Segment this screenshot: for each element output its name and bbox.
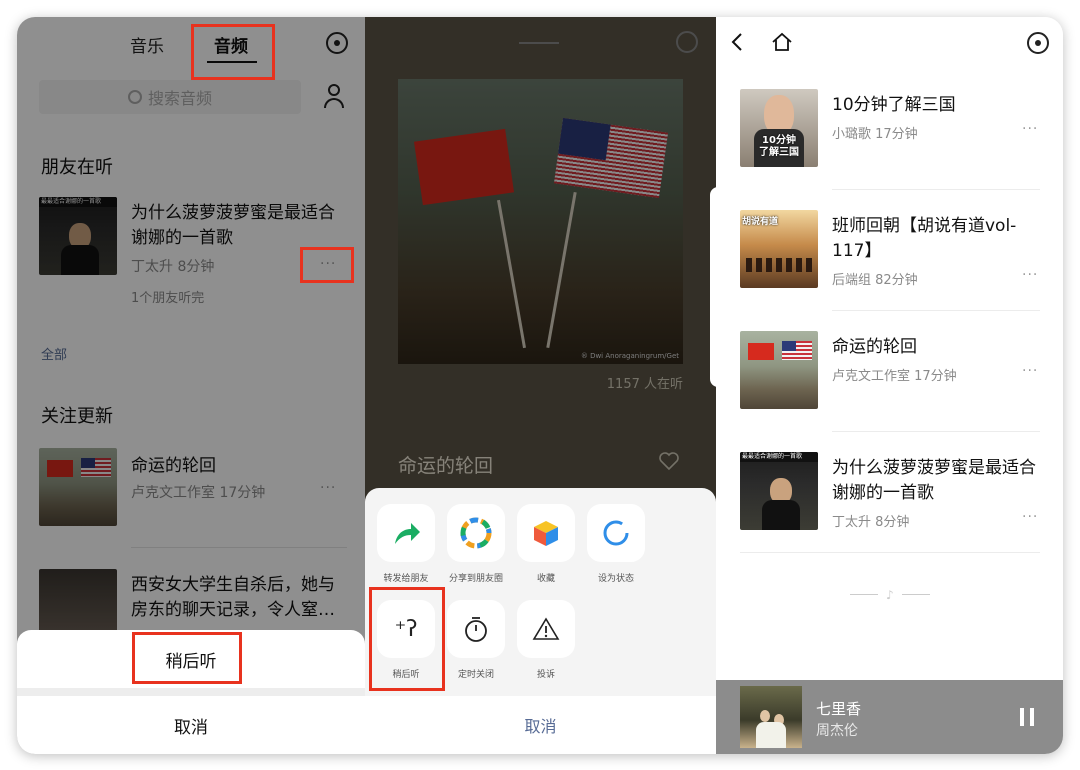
timer-close-button[interactable] [447, 600, 505, 658]
follow-item-thumb[interactable] [39, 569, 117, 639]
listen-later-list-panel: 10分钟 了解三国 10分钟了解三国 小璐歌 17分钟 ··· 胡说有道 班师回… [716, 17, 1063, 754]
list-item-meta: 卢克文工作室 17分钟 [832, 369, 957, 384]
pause-icon[interactable] [1018, 708, 1036, 726]
search-input[interactable]: 搜索音频 [39, 80, 301, 114]
cover-art: ® Dwi Anoraganingrum/Get [398, 79, 683, 364]
divider [832, 189, 1040, 190]
thumb-caption: 最最适合谢娜的一首歌 [39, 197, 117, 207]
friend-item-note: 1个朋友听完 [131, 291, 205, 306]
thumb-caption: 最最适合谢娜的一首歌 [740, 452, 818, 462]
all-link[interactable]: 全部 [41, 344, 67, 363]
share-moments-button[interactable] [447, 504, 505, 562]
highlight-box [132, 632, 242, 684]
follow-item-title[interactable]: 命运的轮回 [131, 451, 216, 476]
more-icon[interactable]: ··· [320, 480, 336, 496]
list-item-meta: 小璐歌 17分钟 [832, 127, 918, 142]
list-item-thumb[interactable]: 胡说有道 [740, 210, 818, 288]
search-icon [127, 90, 142, 104]
more-icon[interactable]: ··· [1022, 121, 1038, 137]
divider [131, 547, 347, 548]
list-item-meta: 丁太升 8分钟 [832, 515, 910, 530]
favorite-label: 收藏 [536, 574, 555, 584]
divider [832, 431, 1040, 432]
set-status-button[interactable] [587, 504, 645, 562]
highlight-box [369, 587, 445, 691]
thumb-caption: 10分钟 了解三国 [759, 135, 799, 158]
follow-item-thumb[interactable] [39, 448, 117, 526]
list-item-thumb[interactable]: 最最适合谢娜的一首歌 [740, 452, 818, 530]
cancel-button[interactable]: 取消 [365, 696, 716, 754]
list-item-title[interactable]: 命运的轮回 [832, 335, 917, 360]
thumb-caption: 胡说有道 [742, 217, 779, 227]
now-playing-artist: 周杰伦 [816, 723, 858, 739]
list-item-thumb[interactable] [740, 331, 818, 409]
drag-handle [519, 42, 559, 44]
now-playing-song: 七里香 [816, 700, 862, 718]
tab-music[interactable]: 音乐 [130, 32, 164, 57]
cancel-button[interactable]: 取消 [17, 696, 365, 754]
divider [740, 552, 1040, 553]
follow-item-meta: 卢克文工作室 17分钟 [131, 485, 266, 501]
follow-item-title[interactable]: 西安女大学生自杀后，她与房东的聊天记录，令人窒… [131, 573, 346, 623]
more-icon[interactable]: ··· [1022, 267, 1038, 283]
cover-watermark: ® Dwi Anoraganingrum/Get [580, 352, 679, 360]
end-of-list-icon: ♪ [850, 585, 930, 605]
more-icon[interactable]: ··· [1022, 509, 1038, 525]
radar-icon[interactable] [1027, 32, 1049, 54]
track-title: 命运的轮回 [398, 455, 494, 477]
list-item-thumb[interactable]: 10分钟 了解三国 [740, 89, 818, 167]
status-label: 设为状态 [597, 574, 634, 584]
album-cover [740, 686, 802, 748]
report-label: 投诉 [536, 670, 555, 680]
highlight-box [300, 247, 354, 283]
radar-icon[interactable] [326, 32, 348, 54]
friend-item-thumb[interactable]: 最最适合谢娜的一首歌 [39, 197, 117, 275]
divider [832, 310, 1040, 311]
radar-icon[interactable] [676, 31, 698, 53]
list-item-title[interactable]: 为什么菠萝菠萝蜜是最适合谢娜的一首歌 [832, 456, 1046, 506]
card-edge [710, 187, 720, 387]
profile-icon[interactable] [322, 84, 346, 110]
friend-item-title[interactable]: 为什么菠萝菠萝蜜是最适合谢娜的一首歌 [131, 201, 346, 251]
search-placeholder: 搜索音频 [147, 89, 212, 108]
forward-label: 转发给朋友 [383, 574, 429, 584]
listener-count: 1157 人在听 [606, 377, 683, 392]
report-button[interactable] [517, 600, 575, 658]
timer-label: 定时关闭 [457, 670, 494, 680]
list-item-meta: 后端组 82分钟 [832, 273, 918, 288]
favorite-button[interactable] [517, 504, 575, 562]
moments-label: 分享到朋友圈 [448, 574, 503, 584]
heart-icon[interactable] [658, 451, 680, 471]
friend-item-meta: 丁太升 8分钟 [131, 259, 215, 275]
mini-player[interactable]: 七里香 周杰伦 [716, 680, 1063, 754]
highlight-box [191, 24, 275, 80]
friends-heading: 朋友在听 [41, 157, 113, 178]
more-icon[interactable]: ··· [1022, 363, 1038, 379]
back-icon[interactable] [730, 31, 744, 58]
home-icon[interactable] [771, 31, 793, 57]
list-item-title[interactable]: 班师回朝【胡说有道vol-117】 [832, 214, 1044, 264]
list-item-title[interactable]: 10分钟了解三国 [832, 93, 1042, 118]
forward-to-friend-button[interactable] [377, 504, 435, 562]
sheet-separator [17, 688, 365, 696]
follow-heading: 关注更新 [41, 406, 113, 427]
